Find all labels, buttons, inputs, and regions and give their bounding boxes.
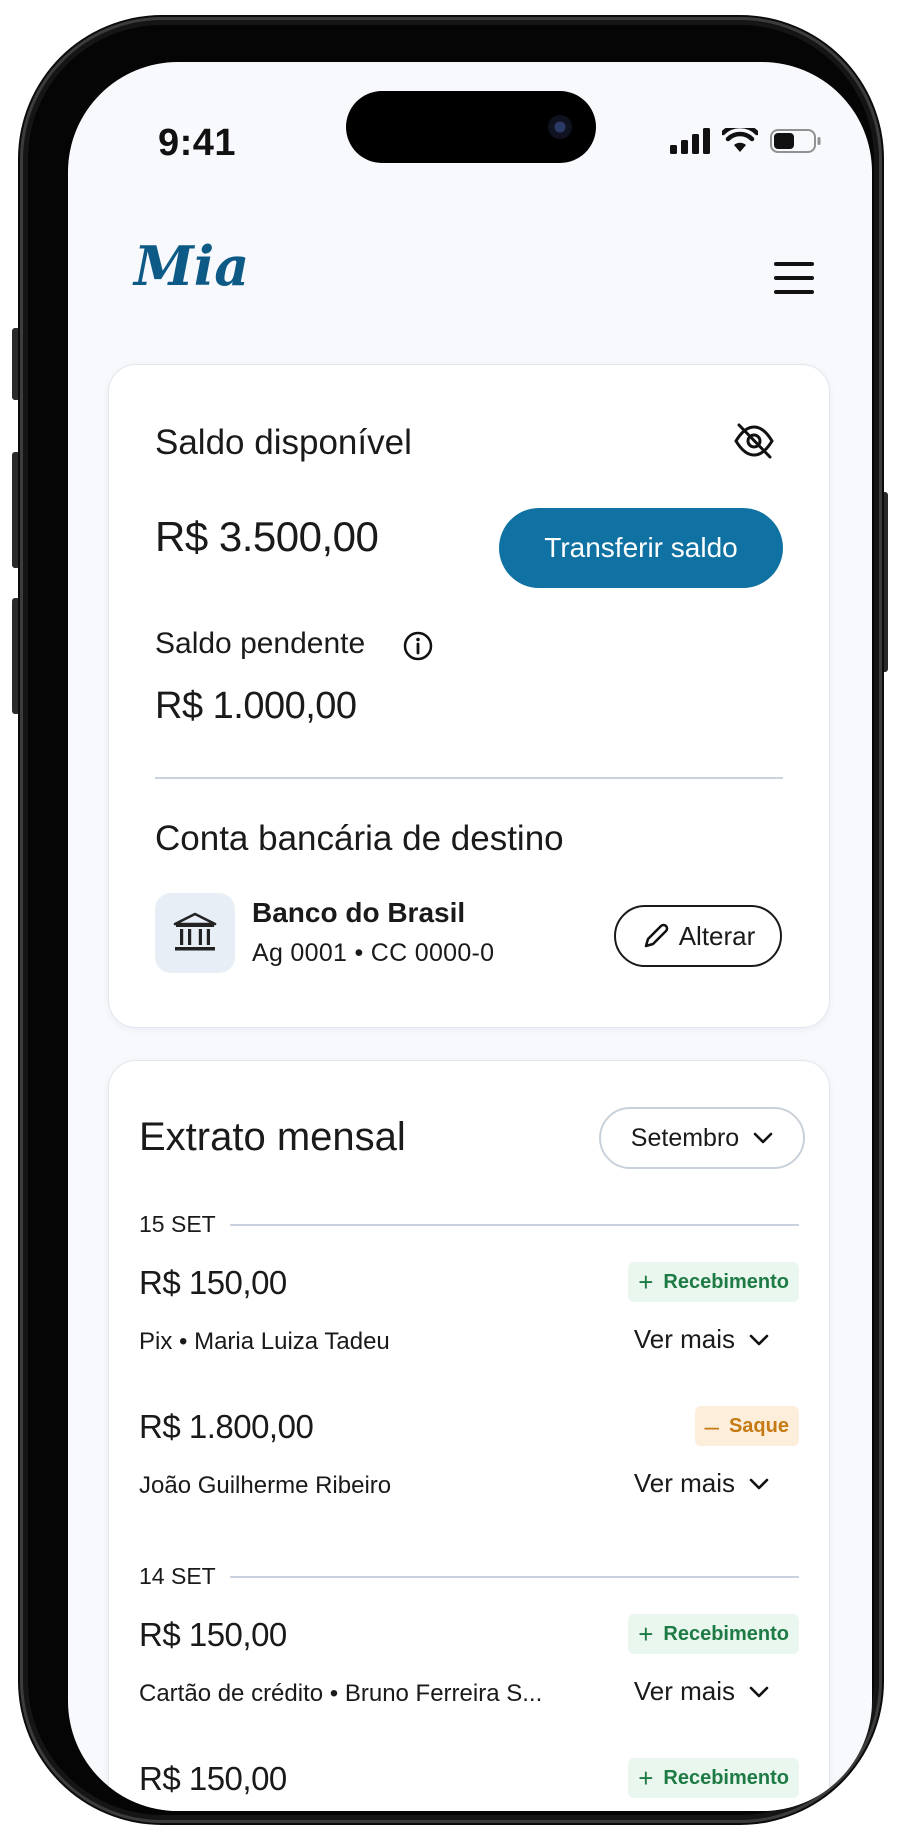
date-separator: 15 SET — [139, 1211, 799, 1238]
signal-icon — [670, 128, 710, 154]
plus-icon: + — [638, 1618, 654, 1649]
plus-icon: + — [638, 1762, 654, 1793]
transaction-row: R$ 150,00 + Recebimento — [139, 1758, 799, 1811]
transaction-row: R$ 150,00 + Recebimento Pix • Maria Luiz… — [139, 1262, 799, 1404]
bank-account: Ag 0001 • CC 0000-0 — [252, 939, 495, 967]
transaction-amount: R$ 150,00 — [139, 1760, 287, 1797]
status-time: 9:41 — [158, 122, 237, 164]
change-account-button[interactable]: Alterar — [614, 905, 782, 967]
transaction-description: João Guilherme Ribeiro — [139, 1472, 392, 1499]
battery-icon — [770, 129, 821, 153]
statement-card: Extrato mensal Setembro 15 SET R$ 150,00… — [108, 1060, 830, 1811]
mia-logo: Mia — [130, 234, 260, 302]
wifi-icon — [722, 128, 758, 152]
status-icons — [670, 128, 822, 154]
month-select-value: Setembro — [630, 1123, 740, 1152]
transaction-row: R$ 150,00 + Recebimento Cartão de crédit… — [139, 1614, 799, 1756]
dynamic-island — [346, 91, 596, 163]
date-label: 15 SET — [139, 1211, 216, 1237]
action-button — [12, 328, 20, 400]
camera-icon — [548, 115, 572, 139]
eye-off-icon[interactable] — [733, 421, 775, 466]
badge-label: Saque — [728, 1414, 789, 1437]
see-more-label: Ver mais — [633, 1468, 735, 1498]
menu-icon[interactable] — [774, 262, 814, 294]
transaction-row: R$ 1.800,00 – Saque João Guilherme Ribei… — [139, 1406, 799, 1548]
see-more-button[interactable]: Ver mais — [634, 1324, 769, 1355]
see-more-button[interactable]: Ver mais — [634, 1468, 769, 1499]
badge-label: Recebimento — [663, 1766, 789, 1789]
plus-icon: + — [638, 1266, 654, 1297]
pending-balance-label: Saldo pendente — [155, 627, 366, 660]
minus-icon: – — [704, 1410, 719, 1441]
info-icon[interactable] — [402, 630, 434, 667]
chevron-down-icon — [749, 1478, 769, 1489]
date-label: 14 SET — [139, 1563, 216, 1589]
balance-card: Saldo disponível R$ 3.500,00 Transferir … — [108, 364, 830, 1028]
screen: 9:41 Mia Saldo disponível R$ 3.500,00 Tr… — [68, 62, 872, 1811]
transfer-balance-button[interactable]: Transferir saldo — [499, 508, 783, 588]
chevron-down-icon — [749, 1686, 769, 1697]
date-separator: 14 SET — [139, 1563, 799, 1590]
volume-down-button — [12, 598, 20, 714]
volume-up-button — [12, 452, 20, 568]
pencil-icon — [644, 923, 668, 948]
badge-label: Recebimento — [663, 1270, 789, 1293]
statement-title: Extrato mensal — [139, 1115, 406, 1159]
see-more-label: Ver mais — [633, 1676, 735, 1706]
pending-balance-amount: R$ 1.000,00 — [155, 685, 357, 727]
income-badge: + Recebimento — [628, 1758, 799, 1798]
income-badge: + Recebimento — [628, 1614, 799, 1654]
transaction-amount: R$ 150,00 — [139, 1264, 287, 1301]
chevron-down-icon — [753, 1132, 773, 1144]
bank-icon — [155, 893, 235, 973]
transaction-description: Pix • Maria Luiza Tadeu — [139, 1328, 390, 1355]
phone-frame: 9:41 Mia Saldo disponível R$ 3.500,00 Tr… — [20, 17, 882, 1823]
available-balance-amount: R$ 3.500,00 — [155, 513, 379, 560]
destination-account-title: Conta bancária de destino — [155, 819, 564, 858]
change-account-label: Alterar — [678, 920, 756, 951]
badge-label: Recebimento — [663, 1622, 789, 1645]
withdraw-badge: – Saque — [694, 1406, 799, 1446]
available-balance-label: Saldo disponível — [155, 423, 412, 462]
see-more-label: Ver mais — [633, 1324, 735, 1354]
transaction-description: Cartão de crédito • Bruno Ferreira S... — [139, 1680, 543, 1707]
month-select[interactable]: Setembro — [599, 1107, 805, 1169]
chevron-down-icon — [749, 1334, 769, 1345]
see-more-button[interactable]: Ver mais — [634, 1676, 769, 1707]
bank-name: Banco do Brasil — [252, 897, 466, 928]
transaction-amount: R$ 1.800,00 — [139, 1408, 314, 1445]
transaction-amount: R$ 150,00 — [139, 1616, 287, 1653]
income-badge: + Recebimento — [628, 1262, 799, 1302]
divider — [155, 777, 783, 779]
logo-text: Mia — [132, 235, 249, 297]
